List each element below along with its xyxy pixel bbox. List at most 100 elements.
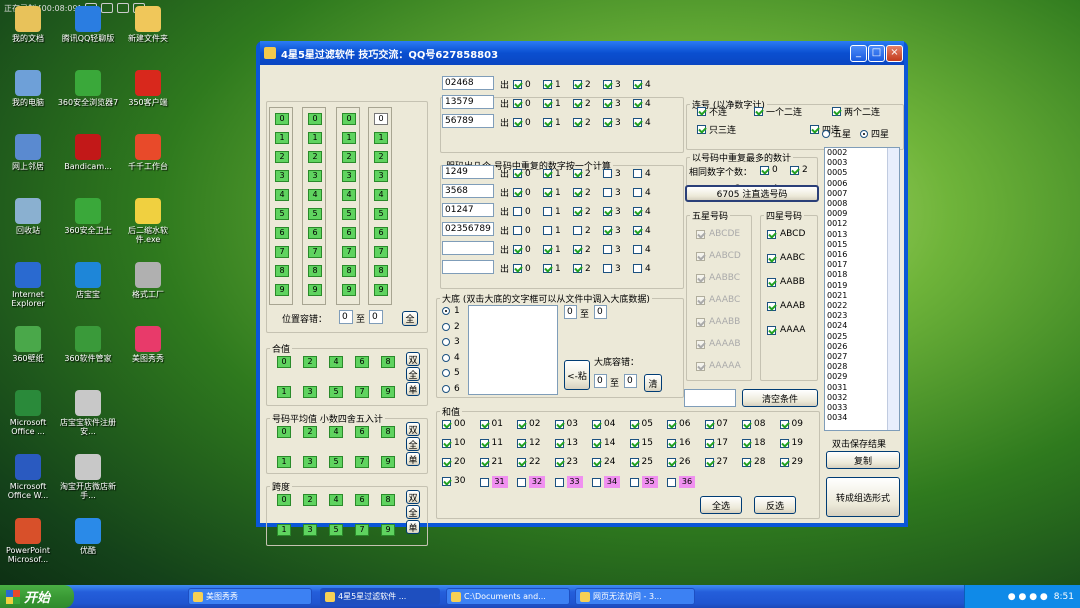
hezhi-option[interactable]: 09: [779, 419, 803, 429]
checkbox[interactable]: [697, 125, 706, 134]
checkbox[interactable]: [573, 245, 583, 254]
digit-toggle[interactable]: 0: [277, 356, 291, 368]
checkbox[interactable]: [742, 438, 751, 448]
radio-five[interactable]: [822, 129, 830, 138]
number-input[interactable]: 3568: [442, 184, 494, 198]
digit-toggle[interactable]: 5: [342, 208, 356, 220]
digit-toggle[interactable]: 5: [329, 524, 343, 536]
checkbox[interactable]: [760, 165, 769, 175]
four-star-option[interactable]: AAAA: [767, 325, 805, 335]
digit-toggle[interactable]: 3: [303, 386, 317, 398]
digit-toggle[interactable]: 8: [381, 494, 395, 506]
checkbox[interactable]: [667, 438, 676, 448]
number-input[interactable]: 13579: [442, 95, 494, 109]
checkbox[interactable]: [603, 169, 613, 178]
dadi-tol-from[interactable]: 0: [594, 374, 607, 388]
checkbox[interactable]: [543, 80, 553, 89]
hezhi-option[interactable]: 35: [629, 476, 658, 488]
hezhi-option[interactable]: 00: [442, 419, 465, 429]
hezhi-option[interactable]: 10: [442, 438, 465, 448]
checkbox[interactable]: [513, 80, 523, 89]
hezhi-option[interactable]: 08: [742, 419, 765, 429]
checkbox[interactable]: [543, 169, 553, 178]
digit-toggle[interactable]: 5: [374, 208, 388, 220]
number-input[interactable]: 02468: [442, 76, 494, 90]
digit-toggle[interactable]: 9: [308, 284, 322, 296]
checkbox[interactable]: [779, 419, 789, 429]
dadi-tol-to[interactable]: 0: [624, 374, 637, 388]
hezhi-option[interactable]: 01: [479, 419, 503, 429]
condition-input[interactable]: [684, 389, 736, 407]
hezhi-option[interactable]: 16: [667, 438, 690, 448]
digit-toggle[interactable]: 8: [374, 265, 388, 277]
position-tol-from[interactable]: 0: [339, 310, 353, 324]
checkbox[interactable]: [513, 99, 523, 108]
number-input[interactable]: 02356789: [442, 222, 494, 236]
checkbox[interactable]: [543, 118, 553, 127]
maximize-button[interactable]: □: [868, 45, 885, 62]
checkbox[interactable]: [513, 169, 523, 178]
digit-toggle[interactable]: 2: [308, 151, 322, 163]
clear-conditions-button[interactable]: 清空条件: [742, 389, 818, 407]
desktop-icon[interactable]: Microsoft Office ...: [0, 390, 59, 436]
desktop-icon[interactable]: 网上邻居: [0, 134, 59, 171]
checkbox[interactable]: [629, 419, 639, 429]
hezhi-option[interactable]: 07: [704, 419, 728, 429]
checkbox[interactable]: [742, 457, 751, 467]
dadi-radio[interactable]: 2: [442, 322, 460, 332]
digit-toggle[interactable]: 9: [381, 386, 395, 398]
checkbox[interactable]: [513, 118, 523, 127]
digit-toggle[interactable]: 1: [277, 456, 291, 468]
checkbox[interactable]: [704, 457, 714, 467]
hezhi-option[interactable]: 28: [742, 457, 765, 467]
lianhao-option[interactable]: 两个二连: [832, 105, 880, 118]
number-input[interactable]: [442, 241, 494, 255]
four-star-option[interactable]: AABC: [767, 253, 805, 263]
desktop-icon[interactable]: 360安全浏览器7: [57, 70, 119, 107]
desktop-icon[interactable]: 美图秀秀: [117, 326, 179, 363]
position-all-button[interactable]: 全: [402, 311, 418, 326]
checkbox[interactable]: [810, 125, 819, 134]
checkbox[interactable]: [767, 229, 776, 239]
number-input[interactable]: 1249: [442, 165, 494, 179]
copy-button[interactable]: 复制: [826, 451, 900, 469]
digit-toggle[interactable]: 6: [355, 494, 369, 506]
repeat-option[interactable]: 0: [760, 165, 778, 175]
checkbox[interactable]: [603, 245, 613, 254]
checkbox[interactable]: [633, 188, 643, 197]
digit-toggle[interactable]: 8: [381, 426, 395, 438]
checkbox[interactable]: [573, 207, 583, 216]
select-all-button[interactable]: 全选: [700, 496, 742, 514]
dadi-radio[interactable]: 1: [442, 306, 460, 316]
digit-toggle[interactable]: 8: [308, 265, 322, 277]
desktop-icon[interactable]: 后二缩水软件.exe: [117, 198, 179, 244]
checkbox[interactable]: [442, 476, 451, 486]
checkbox[interactable]: [603, 118, 613, 127]
checkbox[interactable]: [667, 477, 676, 487]
digit-toggle[interactable]: 4: [329, 356, 343, 368]
digit-toggle[interactable]: 4: [329, 494, 343, 506]
convert-group-button[interactable]: 转成组选形式: [826, 477, 900, 517]
digit-toggle[interactable]: 7: [275, 246, 289, 258]
desktop-icon[interactable]: 淘宝开店微店新手...: [57, 454, 119, 500]
desktop-icon[interactable]: 千千工作台: [117, 134, 179, 171]
heshu-btn[interactable]: 双: [406, 352, 420, 366]
desktop-icon[interactable]: 优酷: [57, 518, 119, 555]
checkbox[interactable]: [667, 419, 676, 429]
checkbox[interactable]: [592, 438, 601, 448]
checkbox[interactable]: [704, 419, 714, 429]
checkbox[interactable]: [779, 438, 789, 448]
digit-toggle[interactable]: 5: [329, 456, 343, 468]
checkbox[interactable]: [554, 438, 564, 448]
hezhi-option[interactable]: 15: [629, 438, 653, 448]
checkbox[interactable]: [633, 99, 643, 108]
invert-selection-button[interactable]: 反选: [754, 496, 796, 514]
digit-toggle[interactable]: 2: [374, 151, 388, 163]
desktop-icon[interactable]: 回收站: [0, 198, 59, 235]
digit-toggle[interactable]: 2: [303, 356, 317, 368]
hezhi-option[interactable]: 25: [629, 457, 653, 467]
checkbox[interactable]: [592, 477, 601, 487]
checkbox[interactable]: [633, 207, 643, 216]
checkbox[interactable]: [573, 99, 583, 108]
hezhi-option[interactable]: 36: [667, 476, 695, 488]
